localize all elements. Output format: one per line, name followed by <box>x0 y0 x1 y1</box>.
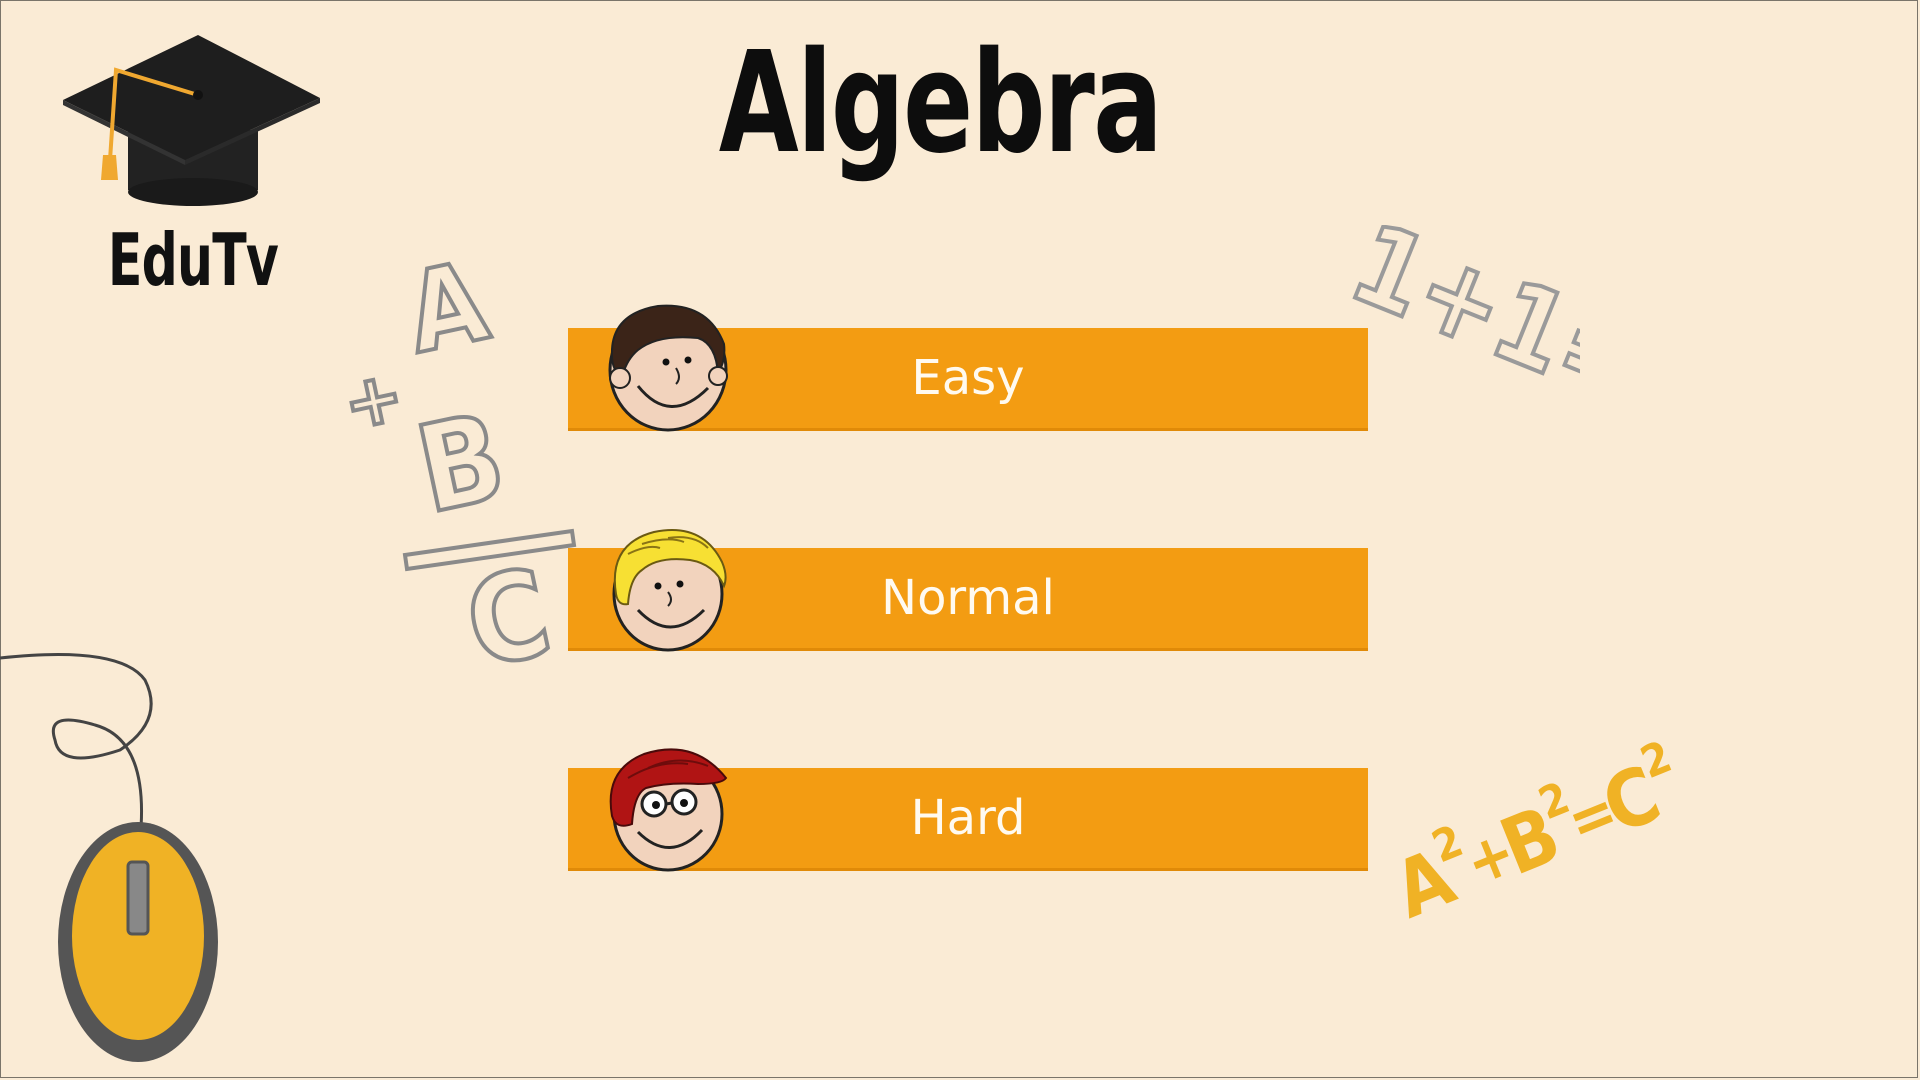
letter-c: C <box>455 543 561 675</box>
hard-level-button[interactable]: Hard <box>568 748 1368 872</box>
abc-fraction-decoration: A + B C <box>340 255 577 675</box>
normal-level-label: Normal <box>881 570 1055 626</box>
computer-mouse-icon <box>0 653 218 1062</box>
brand-logo[interactable]: EduTv <box>58 30 328 310</box>
graduation-cap-icon <box>63 35 320 206</box>
sum-text: 1+1=2 <box>1335 225 1580 425</box>
normal-level-button[interactable]: Normal <box>568 529 1368 652</box>
letter-b: B <box>406 388 515 541</box>
pythagoras-decoration: A 2 + B 2 = C 2 <box>1382 731 1678 920</box>
easy-level-button[interactable]: Easy <box>568 304 1368 432</box>
page-title: Algebra <box>718 22 1163 185</box>
hard-level-label: Hard <box>910 790 1026 846</box>
easy-level-label: Easy <box>911 350 1025 406</box>
brand-name: EduTv <box>107 218 279 302</box>
letter-a: A <box>396 255 498 378</box>
plus-sign: + <box>340 354 411 446</box>
